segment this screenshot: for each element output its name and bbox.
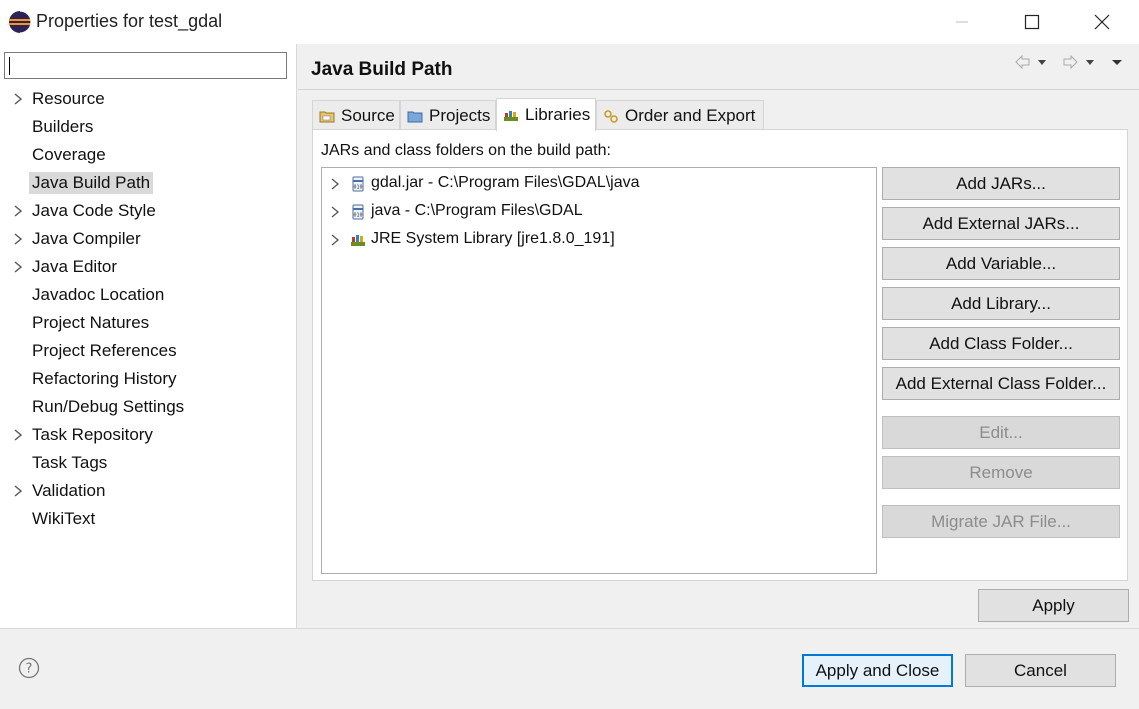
close-button[interactable] [1067, 0, 1137, 44]
add-class-folder-button[interactable]: Add Class Folder... [882, 327, 1120, 360]
help-icon[interactable]: ? [18, 657, 40, 679]
sidebar-item-builders[interactable]: Builders [0, 113, 297, 141]
sidebar-item-label: Run/Debug Settings [32, 397, 185, 416]
projects-icon [407, 111, 423, 122]
tab-order-and-export[interactable]: Order and Export [596, 100, 764, 130]
view-menu-icon[interactable] [1110, 54, 1124, 70]
chevron-right-icon[interactable] [12, 204, 24, 218]
forward-icon[interactable] [1062, 54, 1096, 70]
sidebar-item-label: Task Tags [32, 453, 108, 472]
sidebar-item-label: Java Editor [32, 257, 118, 276]
add-external-class-folder-button[interactable]: Add External Class Folder... [882, 367, 1120, 400]
tab-projects[interactable]: Projects [400, 100, 496, 130]
chevron-right-icon[interactable] [12, 232, 24, 246]
add-jars-button[interactable]: Add JARs... [882, 167, 1120, 200]
sidebar-item-label: Java Build Path [29, 172, 154, 194]
sidebar-item-java-compiler[interactable]: Java Compiler [0, 225, 297, 253]
sidebar-item-java-editor[interactable]: Java Editor [0, 253, 297, 281]
sidebar-item-label: Javadoc Location [32, 285, 165, 304]
chevron-right-icon[interactable] [12, 92, 24, 106]
sidebar-item-task-tags[interactable]: Task Tags [0, 449, 297, 477]
remove-button[interactable]: Remove [882, 456, 1120, 489]
chevron-right-icon[interactable] [12, 484, 24, 498]
library-entry[interactable]: JRE System Library [jre1.8.0_191] [322, 226, 876, 254]
add-external-jars-button[interactable]: Add External JARs... [882, 207, 1120, 240]
window-title: Properties for test_gdal [36, 11, 223, 31]
sidebar-item-task-repository[interactable]: Task Repository [0, 421, 297, 449]
jar-icon: 010 [352, 204, 364, 220]
sidebar-item-label: Project Natures [32, 313, 150, 332]
maximize-icon [1024, 14, 1040, 30]
sidebar-item-label: Project References [32, 341, 177, 360]
libraries-icon [504, 111, 518, 121]
svg-text:010: 010 [353, 185, 362, 191]
apply-button[interactable]: Apply [978, 589, 1129, 622]
migrate-jar-button[interactable]: Migrate JAR File... [882, 505, 1120, 538]
eclipse-icon [9, 10, 32, 34]
chevron-right-icon[interactable] [330, 178, 340, 190]
sidebar-item-wikitext[interactable]: WikiText [0, 505, 297, 533]
sidebar-item-project-references[interactable]: Project References [0, 337, 297, 365]
sidebar-item-resource[interactable]: Resource [0, 85, 297, 113]
jar-icon: 010 [352, 176, 364, 192]
library-entry-label: JRE System Library [jre1.8.0_191] [371, 230, 615, 247]
library-list[interactable]: 010 gdal.jar - C:\Program Files\GDAL\java… [321, 167, 877, 574]
chevron-right-icon[interactable] [12, 260, 24, 274]
minimize-icon [956, 21, 968, 23]
order-export-icon [604, 109, 618, 123]
sidebar-item-project-natures[interactable]: Project Natures [0, 309, 297, 337]
sidebar-item-label: WikiText [32, 509, 96, 528]
sidebar-item-label: Validation [32, 481, 106, 500]
close-icon [1094, 14, 1110, 30]
libraries-panel: JARs and class folders on the build path… [312, 129, 1128, 581]
build-path-heading: JARs and class folders on the build path… [321, 142, 611, 159]
tab-bar: Source Projects Libraries Order and Expo… [312, 98, 772, 131]
back-icon[interactable] [1014, 54, 1048, 70]
page-title: Java Build Path [311, 59, 453, 80]
sidebar-item-label: Java Compiler [32, 229, 141, 248]
edit-button[interactable]: Edit... [882, 416, 1120, 449]
page-header: Java Build Path [298, 44, 1139, 90]
filter-input[interactable] [4, 52, 287, 79]
title-bar: Properties for test_gdal [0, 0, 1139, 44]
sidebar-item-javadoc-location[interactable]: Javadoc Location [0, 281, 297, 309]
sidebar-item-run-debug-settings[interactable]: Run/Debug Settings [0, 393, 297, 421]
source-folder-icon [319, 111, 335, 122]
add-library-button[interactable]: Add Library... [882, 287, 1120, 320]
sidebar-item-coverage[interactable]: Coverage [0, 141, 297, 169]
apply-and-close-button[interactable]: Apply and Close [802, 654, 953, 687]
sidebar-item-label: Java Code Style [32, 201, 156, 220]
maximize-button[interactable] [997, 0, 1067, 44]
sidebar-item-java-build-path[interactable]: Java Build Path [0, 169, 297, 197]
sidebar-item-label: Refactoring History [32, 369, 177, 388]
library-entry[interactable]: 010 gdal.jar - C:\Program Files\GDAL\java [322, 170, 876, 198]
svg-text:?: ? [26, 662, 33, 677]
sidebar-item-label: Resource [32, 89, 105, 108]
sidebar-item-validation[interactable]: Validation [0, 477, 297, 505]
sidebar-item-label: Coverage [32, 145, 106, 164]
sidebar-item-refactoring-history[interactable]: Refactoring History [0, 365, 297, 393]
sidebar-item-label: Task Repository [32, 425, 153, 444]
svg-text:010: 010 [353, 213, 362, 219]
text-cursor [9, 57, 10, 75]
library-entry[interactable]: 010 java - C:\Program Files\GDAL [322, 198, 876, 226]
sidebar-item-label: Builders [32, 117, 94, 136]
chevron-right-icon[interactable] [12, 428, 24, 442]
sidebar-item-java-code-style[interactable]: Java Code Style [0, 197, 297, 225]
library-entry-label: gdal.jar - C:\Program Files\GDAL\java [371, 174, 640, 191]
minimize-button[interactable] [927, 0, 997, 44]
jre-library-icon [351, 235, 365, 246]
dialog-footer: ? Apply and Close Cancel [0, 628, 1139, 709]
chevron-right-icon[interactable] [330, 234, 340, 246]
tab-libraries[interactable]: Libraries [496, 98, 596, 131]
add-variable-button[interactable]: Add Variable... [882, 247, 1120, 280]
cancel-button[interactable]: Cancel [965, 654, 1116, 687]
chevron-right-icon[interactable] [330, 206, 340, 218]
tab-source[interactable]: Source [312, 100, 400, 130]
sidebar: Resource Builders Coverage Java Build Path J… [0, 44, 297, 628]
library-entry-label: java - C:\Program Files\GDAL [371, 202, 583, 219]
